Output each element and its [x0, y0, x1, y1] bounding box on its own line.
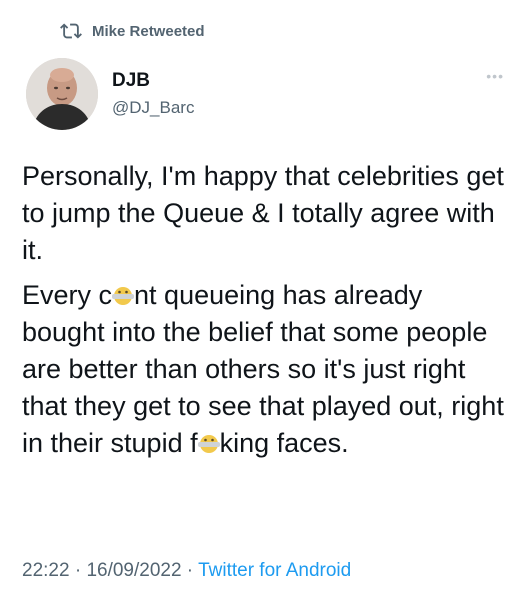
author-names[interactable]: DJB @DJ_Barc: [112, 70, 194, 120]
meta-separator: ·: [181, 560, 199, 581]
retweet-indicator[interactable]: Mike Retweeted: [60, 20, 205, 42]
tweet-metadata: 22:22 · 16/09/2022 · Twitter for Android: [22, 560, 351, 582]
censor-emoji-icon: [112, 287, 135, 305]
tweet-text-segment: king faces.: [219, 428, 349, 458]
retweet-icon: [60, 23, 82, 39]
ellipsis-icon[interactable]: •••: [486, 68, 504, 84]
tweet-card: Mike Retweeted DJB @DJ_Barc ••• Personal…: [0, 0, 530, 600]
tweet-paragraph-2: Every c nt queueing has already bought i…: [22, 277, 512, 462]
tweet-text: Personally, I'm happy that celebrities g…: [22, 158, 512, 470]
tweet-paragraph-1: Personally, I'm happy that celebrities g…: [22, 161, 504, 265]
censor-emoji-icon: [197, 435, 220, 453]
author-handle[interactable]: @DJ_Barc: [112, 96, 194, 120]
tweet-date[interactable]: 16/09/2022: [86, 560, 181, 581]
profile-photo: [26, 58, 98, 130]
tweet-text-segment: Every c: [22, 280, 113, 310]
meta-separator: ·: [69, 560, 87, 581]
retweet-label: Mike Retweeted: [92, 22, 205, 40]
avatar[interactable]: [26, 58, 98, 130]
tweet-source-link[interactable]: Twitter for Android: [198, 560, 351, 581]
tweet-time[interactable]: 22:22: [22, 560, 70, 581]
author-display-name[interactable]: DJB: [112, 70, 194, 92]
